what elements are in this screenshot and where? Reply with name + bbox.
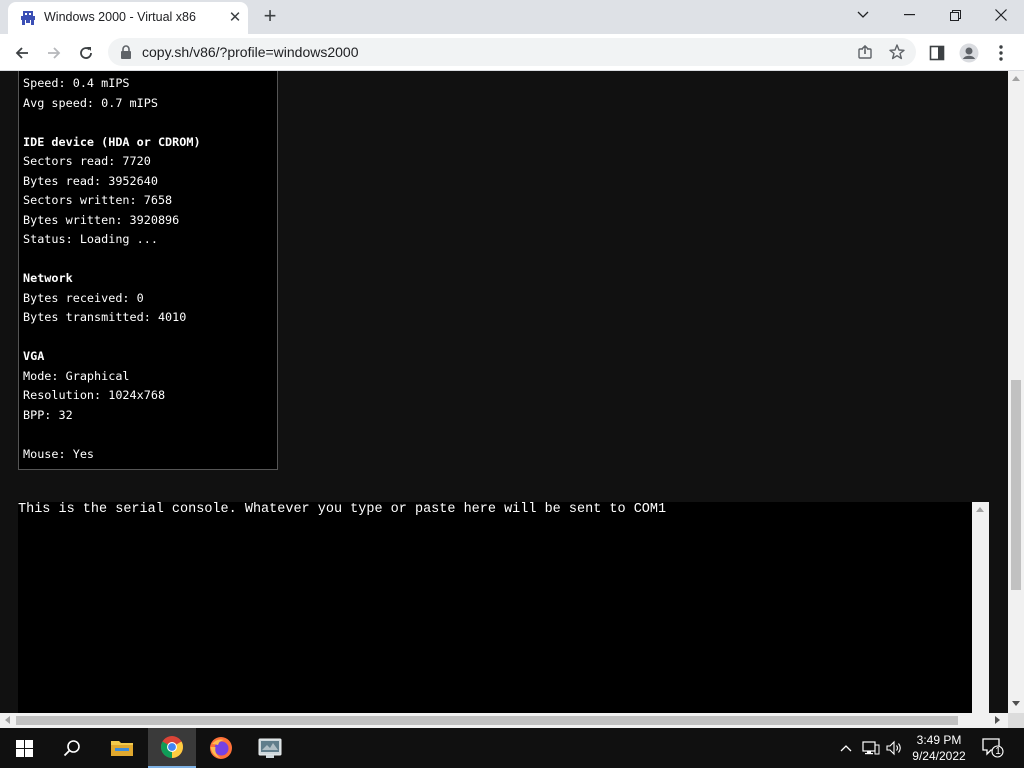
file-explorer-icon bbox=[111, 741, 133, 756]
chevron-up-icon bbox=[840, 745, 852, 752]
start-button[interactable] bbox=[0, 728, 48, 768]
serial-console-scrollbar[interactable] bbox=[972, 502, 989, 713]
back-button[interactable] bbox=[8, 39, 36, 67]
info-line: Status: Loading ... bbox=[23, 232, 158, 246]
scroll-up-arrow-icon[interactable] bbox=[976, 507, 984, 512]
horizontal-scroll-thumb[interactable] bbox=[16, 716, 958, 725]
profile-avatar-icon[interactable] bbox=[958, 42, 980, 64]
show-hidden-icons-chevron[interactable] bbox=[838, 738, 854, 758]
search-button[interactable] bbox=[48, 728, 96, 768]
firefox-icon bbox=[210, 737, 232, 759]
info-section-heading: Network bbox=[23, 271, 73, 285]
info-line: Bytes written: 3920896 bbox=[23, 212, 180, 227]
info-section-heading: IDE device (HDA or CDROM) bbox=[23, 134, 201, 149]
chrome-icon bbox=[161, 736, 183, 758]
taskbar-file-explorer[interactable] bbox=[98, 728, 146, 768]
info-line: Bytes transmitted: 4010 bbox=[23, 310, 187, 324]
scroll-down-arrow-icon[interactable] bbox=[1012, 701, 1020, 706]
tab-search-chevron-icon[interactable] bbox=[840, 0, 886, 30]
forward-button[interactable] bbox=[40, 39, 68, 67]
v86-favicon-icon bbox=[21, 11, 35, 25]
scroll-right-arrow-icon[interactable] bbox=[995, 716, 1000, 724]
info-line: Mouse: Yes bbox=[23, 446, 95, 461]
windows-taskbar: 3:49 PM 9/24/2022 1 bbox=[0, 728, 1024, 768]
emulator-info-panel: Speed: 0.4 mIPS Avg speed: 0.7 mIPS IDE de… bbox=[18, 71, 278, 470]
app-icon bbox=[258, 738, 282, 758]
serial-console[interactable]: This is the serial console. Whatever you… bbox=[18, 502, 989, 713]
address-bar[interactable]: copy.sh/v86/?profile=windows2000 bbox=[108, 38, 916, 66]
info-line: Speed: 0.4 mIPS bbox=[23, 76, 130, 90]
close-window-button[interactable] bbox=[978, 0, 1024, 30]
notification-count-badge: 1 bbox=[995, 746, 1001, 757]
network-icon[interactable] bbox=[861, 738, 881, 758]
lock-icon[interactable] bbox=[120, 45, 132, 59]
volume-icon[interactable] bbox=[884, 738, 904, 758]
bookmark-star-icon[interactable] bbox=[888, 43, 906, 61]
tab-close-icon[interactable]: ✕ bbox=[226, 9, 244, 27]
info-line: Sectors written: 7658 bbox=[23, 193, 173, 207]
action-center-button[interactable]: 1 bbox=[980, 736, 1008, 760]
vertical-scroll-thumb[interactable] bbox=[1011, 380, 1021, 590]
info-line: BPP: 32 bbox=[23, 407, 73, 422]
info-line: Bytes received: 0 bbox=[23, 290, 144, 305]
url-text[interactable]: copy.sh/v86/?profile=windows2000 bbox=[142, 44, 359, 60]
reload-button[interactable] bbox=[72, 39, 100, 67]
page-horizontal-scrollbar[interactable] bbox=[0, 713, 1008, 728]
info-line: Mode: Graphical bbox=[23, 368, 130, 383]
taskbar-firefox[interactable] bbox=[197, 728, 245, 768]
taskbar-clock[interactable]: 3:49 PM 9/24/2022 bbox=[903, 732, 975, 764]
share-icon[interactable] bbox=[856, 43, 874, 61]
taskbar-chrome[interactable] bbox=[148, 728, 196, 768]
serial-console-text[interactable]: This is the serial console. Whatever you… bbox=[18, 502, 666, 517]
restore-button[interactable] bbox=[932, 0, 978, 30]
side-panel-icon[interactable] bbox=[926, 42, 948, 64]
browser-toolbar: copy.sh/v86/?profile=windows2000 bbox=[0, 34, 1024, 71]
info-line: Resolution: 1024x768 bbox=[23, 388, 166, 402]
page-vertical-scrollbar[interactable] bbox=[1008, 71, 1024, 713]
taskbar-app[interactable] bbox=[246, 728, 294, 768]
search-icon bbox=[63, 740, 80, 757]
info-section-heading: VGA bbox=[23, 349, 45, 363]
info-line: Sectors read: 7720 bbox=[23, 154, 151, 168]
scroll-up-arrow-icon[interactable] bbox=[1012, 76, 1020, 81]
info-line: Avg speed: 0.7 mIPS bbox=[23, 95, 158, 110]
windows-logo-icon bbox=[15, 739, 33, 757]
info-line: Bytes read: 3952640 bbox=[23, 173, 158, 188]
scrollbar-corner bbox=[1008, 713, 1024, 728]
browser-tab[interactable]: Windows 2000 - Virtual x86 ✕ bbox=[8, 2, 248, 34]
menu-kebab-icon[interactable] bbox=[990, 42, 1012, 64]
page-content: Speed: 0.4 mIPS Avg speed: 0.7 mIPS IDE de… bbox=[0, 71, 1008, 713]
tab-title: Windows 2000 - Virtual x86 bbox=[44, 10, 196, 24]
minimize-button[interactable] bbox=[886, 0, 932, 30]
clock-date: 9/24/2022 bbox=[912, 749, 966, 763]
clock-time: 3:49 PM bbox=[916, 733, 962, 747]
new-tab-button[interactable]: + bbox=[258, 5, 282, 29]
scroll-left-arrow-icon[interactable] bbox=[5, 716, 10, 724]
tab-strip: Windows 2000 - Virtual x86 ✕ + bbox=[0, 0, 1024, 34]
